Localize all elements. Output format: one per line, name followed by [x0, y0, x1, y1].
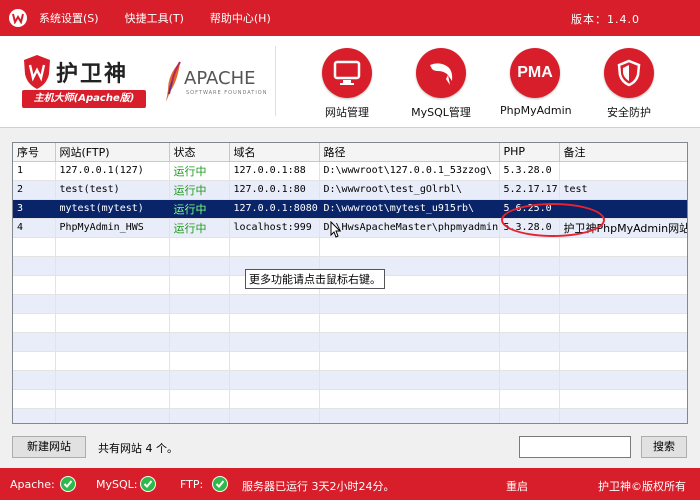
cell-no: 2 — [13, 180, 56, 200]
search-input[interactable] — [519, 436, 631, 458]
cell-domain: 127.0.0.1:88 — [229, 161, 320, 181]
cell-no: 4 — [13, 218, 56, 238]
mysql-status-label: MySQL: — [96, 478, 138, 491]
brand-subtitle: 主机大师(Apache版) — [22, 90, 146, 108]
brand-logo: 护卫神 主机大师(Apache版) — [22, 54, 148, 110]
col-php[interactable]: PHP — [499, 143, 560, 162]
tool-mysql-manage[interactable]: MySQL管理 — [406, 48, 476, 120]
table-row-empty — [13, 408, 687, 423]
cell-php: 5.2.17.17 — [499, 180, 560, 200]
col-status[interactable]: 状态 — [169, 143, 230, 162]
cell-site: 127.0.0.1(127) — [55, 161, 170, 181]
app-logo-icon — [9, 9, 27, 27]
ftp-status-label: FTP: — [180, 478, 204, 491]
table-row-empty — [13, 294, 687, 314]
cell-domain: localhost:999 — [229, 218, 320, 238]
col-note[interactable]: 备注 — [559, 143, 687, 162]
cell-note — [559, 161, 687, 181]
highlight-ellipse — [501, 203, 605, 237]
tool-security-label: 安全防护 — [607, 106, 651, 119]
new-site-button[interactable]: 新建网站 — [12, 436, 86, 458]
brand-title: 护卫神 — [56, 62, 129, 87]
mysql-dolphin-icon — [416, 48, 466, 98]
cell-note: test — [559, 180, 687, 200]
apache-feather-icon — [166, 61, 181, 102]
mouse-cursor-icon — [330, 221, 342, 238]
uptime-label: 服务器已运行 3天2小时24分。 — [242, 480, 395, 493]
version-label: 版本：1.4.0 — [571, 13, 640, 26]
table-header: 序号 网站(FTP) 状态 域名 路径 PHP 备注 — [13, 143, 687, 162]
cell-domain: 127.0.0.1:80 — [229, 180, 320, 200]
table-row-empty — [13, 332, 687, 352]
cell-site: PhpMyAdmin_HWS — [55, 218, 170, 238]
cell-path: D:\HwsApacheMaster\phpmyadmin — [319, 218, 500, 238]
table-row-empty — [13, 313, 687, 333]
site-list[interactable]: 序号 网站(FTP) 状态 域名 路径 PHP 备注 1 127.0.0.1(1… — [12, 142, 688, 424]
header-toolbar: 护卫神 主机大师(Apache版) APACHE SOFTWARE FOUNDA… — [0, 36, 700, 128]
cell-path: D:\wwwroot\test_gOlrbl\ — [319, 180, 500, 200]
table-row-empty — [13, 237, 687, 257]
cell-domain: 127.0.0.1:8080 — [229, 199, 320, 219]
cell-status: 运行中 — [169, 180, 230, 200]
table-row-empty — [13, 370, 687, 390]
tool-website-manage[interactable]: 网站管理 — [312, 48, 382, 120]
menu-system-settings[interactable]: 系统设置(S) — [39, 10, 99, 26]
check-icon — [212, 476, 228, 492]
pma-icon-text: PMA — [517, 64, 553, 81]
search-button[interactable]: 搜索 — [641, 436, 687, 458]
tool-website-manage-label: 网站管理 — [325, 106, 369, 119]
cell-no: 1 — [13, 161, 56, 181]
tool-phpmyadmin[interactable]: PMA PhpMyAdmin — [500, 48, 572, 120]
table-row-empty — [13, 351, 687, 371]
col-site[interactable]: 网站(FTP) — [55, 143, 170, 162]
context-tooltip: 更多功能请点击鼠标右键。 — [245, 269, 385, 289]
col-path[interactable]: 路径 — [319, 143, 500, 162]
tool-mysql-manage-label: MySQL管理 — [411, 106, 471, 119]
cell-no: 3 — [13, 199, 56, 219]
apache-subtitle: SOFTWARE FOUNDATION — [186, 90, 268, 96]
tool-security[interactable]: 安全防护 — [594, 48, 664, 120]
copyright-label: 护卫神©版权所有 — [598, 480, 686, 493]
status-bar: Apache: MySQL: FTP: 服务器已运行 3天2小时24分。 重启 … — [0, 468, 700, 500]
shield-icon — [604, 48, 654, 98]
col-domain[interactable]: 域名 — [229, 143, 320, 162]
apache-status-label: Apache: — [10, 478, 55, 491]
main-panel: 序号 网站(FTP) 状态 域名 路径 PHP 备注 1 127.0.0.1(1… — [0, 128, 700, 468]
table-row[interactable]: 1 127.0.0.1(127) 运行中 127.0.0.1:88 D:\www… — [13, 161, 687, 181]
cell-status: 运行中 — [169, 218, 230, 238]
cell-status: 运行中 — [169, 199, 230, 219]
cell-path: D:\wwwroot\mytest_u915rb\ — [319, 199, 500, 219]
menu-help-center[interactable]: 帮助中心(H) — [210, 10, 271, 26]
monitor-icon — [322, 48, 372, 98]
cell-path: D:\wwwroot\127.0.0.1_53zzog\ — [319, 161, 500, 181]
cell-site: test(test) — [55, 180, 170, 200]
cell-site: mytest(mytest) — [55, 199, 170, 219]
apache-word: APACHE — [184, 68, 256, 89]
site-count-label: 共有网站 4 个。 — [98, 442, 178, 455]
table-row-empty — [13, 389, 687, 409]
table-row[interactable]: 2 test(test) 运行中 127.0.0.1:80 D:\wwwroot… — [13, 180, 687, 200]
check-icon — [60, 476, 76, 492]
col-no[interactable]: 序号 — [13, 143, 56, 162]
menu-quick-tools[interactable]: 快捷工具(T) — [125, 10, 184, 26]
pma-icon: PMA — [510, 48, 560, 98]
header-divider — [275, 46, 276, 116]
apache-logo: APACHE SOFTWARE FOUNDATION — [160, 58, 270, 108]
tool-phpmyadmin-label: PhpMyAdmin — [500, 104, 572, 117]
cell-status: 运行中 — [169, 161, 230, 181]
restart-link[interactable]: 重启 — [506, 478, 528, 494]
check-icon — [140, 476, 156, 492]
brand-shield-icon — [24, 55, 50, 89]
menu-bar: 系统设置(S) 快捷工具(T) 帮助中心(H) 版本：1.4.0 — [0, 0, 700, 36]
cell-php: 5.3.28.0 — [499, 161, 560, 181]
